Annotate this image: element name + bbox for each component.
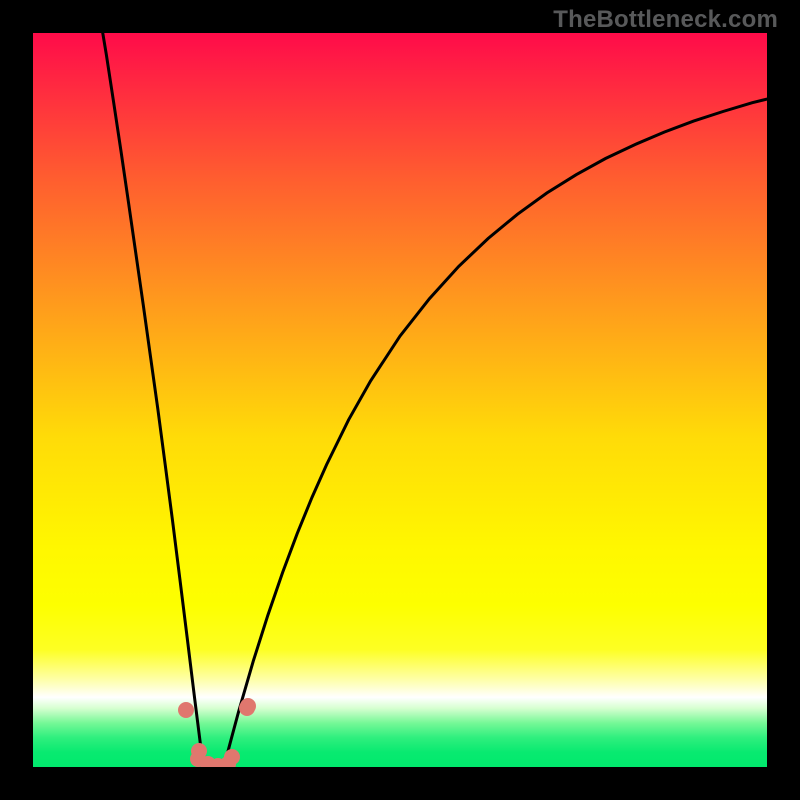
data-marker bbox=[240, 698, 256, 714]
data-marker bbox=[224, 749, 240, 765]
watermark-text: TheBottleneck.com bbox=[553, 6, 778, 34]
curve-layer bbox=[33, 33, 767, 767]
data-marker bbox=[178, 702, 194, 718]
plot-area bbox=[33, 33, 767, 767]
left-curve bbox=[99, 33, 203, 767]
chart-frame: TheBottleneck.com bbox=[0, 0, 800, 800]
right-curve bbox=[224, 99, 767, 767]
